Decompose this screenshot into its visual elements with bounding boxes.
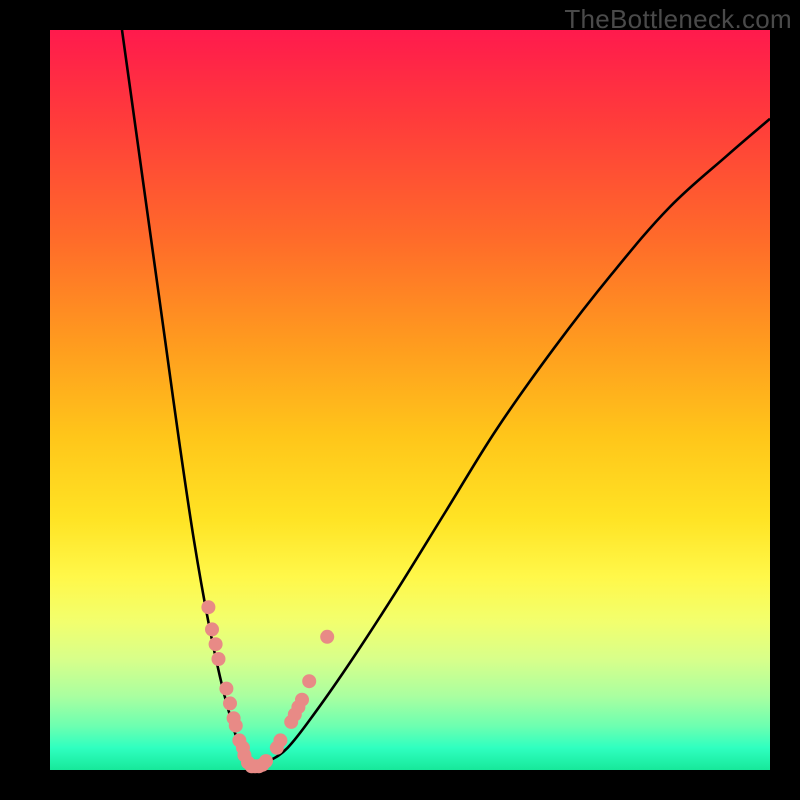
data-marker xyxy=(259,754,273,768)
data-marker xyxy=(219,682,233,696)
data-marker xyxy=(295,693,309,707)
data-marker xyxy=(273,733,287,747)
chart-stage: TheBottleneck.com xyxy=(0,0,800,800)
data-marker xyxy=(211,652,225,666)
data-marker xyxy=(201,600,215,614)
markers-group xyxy=(201,600,334,773)
data-marker xyxy=(205,622,219,636)
data-marker xyxy=(320,630,334,644)
curve-right xyxy=(252,119,770,770)
data-marker xyxy=(209,637,223,651)
data-marker xyxy=(223,696,237,710)
plot-area xyxy=(50,30,770,770)
data-marker xyxy=(229,719,243,733)
data-marker xyxy=(302,674,316,688)
curve-svg xyxy=(50,30,770,770)
curve-left xyxy=(122,30,252,770)
